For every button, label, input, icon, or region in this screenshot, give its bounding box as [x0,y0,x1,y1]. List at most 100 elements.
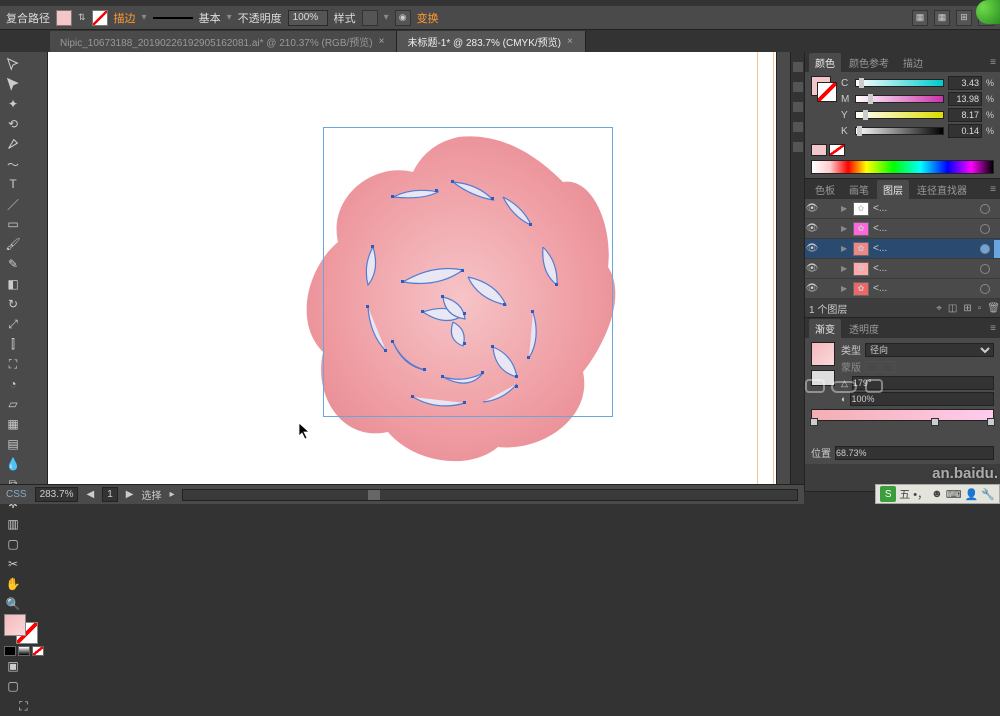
channel-value-input[interactable] [948,92,982,106]
free-transform-tool[interactable]: ⛶ [2,354,24,374]
mesh-tool[interactable]: ▦ [2,414,24,434]
panel-menu-icon[interactable]: ≡ [990,57,996,68]
channel-value-input[interactable] [948,76,982,90]
channel-value-input[interactable] [948,108,982,122]
close-icon[interactable]: × [379,36,385,47]
channel-slider[interactable] [855,127,944,135]
lasso-tool[interactable]: ⟲ [2,114,24,134]
stroke-preview[interactable] [817,82,837,102]
direct-selection-tool[interactable] [2,74,24,94]
ime-settings-icon[interactable]: 🔧 [981,488,995,501]
shape-builder-tool[interactable]: ◔ [2,374,24,394]
channel-slider[interactable] [855,111,944,119]
dock-icon[interactable] [793,122,803,132]
disclosure-icon[interactable]: ▶ [841,284,849,293]
artboard-number[interactable]: 1 [102,487,118,502]
align-icon-3[interactable]: ⊞ [956,10,972,26]
color-mode-solid[interactable] [4,646,16,656]
ime-logo-icon[interactable]: S [880,486,896,502]
opacity-input[interactable] [288,10,328,26]
channel-value-input[interactable] [948,124,982,138]
zoom-tool[interactable]: 🔍 [2,594,24,614]
align-icon-2[interactable]: ▦ [934,10,950,26]
paintbrush-tool[interactable]: 🖌 [2,234,24,254]
screen-mode-full[interactable]: ▢ [2,676,24,696]
panel-menu-icon[interactable]: ≡ [990,184,996,195]
zoom-input[interactable]: 283.7% [35,487,79,502]
curvature-tool[interactable]: ～ [2,154,24,174]
ime-mode-label[interactable]: 五 [899,486,910,502]
screen-mode-normal[interactable]: ▣ [2,656,24,676]
hand-tool[interactable]: ✋ [2,574,24,594]
target-icon[interactable] [980,224,990,234]
channel-slider[interactable] [855,79,944,87]
tab-pathfinder[interactable]: 连径直找器 [911,180,973,199]
align-icon-1[interactable]: ▦ [912,10,928,26]
new-layer-icon[interactable]: ▫ [978,303,982,314]
fill-color-icon[interactable] [4,614,26,636]
guide-line[interactable] [757,52,758,492]
tab-color-guide[interactable]: 颜色参考 [843,53,895,72]
layer-row[interactable]: 👁 ▶ ✿ <... [805,219,1000,239]
target-icon[interactable] [980,244,990,254]
gradient-stop[interactable] [810,418,818,426]
eraser-tool[interactable]: ◧ [2,274,24,294]
gradient-preview[interactable] [811,342,835,366]
target-icon[interactable] [980,204,990,214]
guide-line[interactable] [773,52,774,492]
tab-brushes[interactable]: 画笔 [843,180,875,199]
gradient-stop[interactable] [987,418,995,426]
stroke-swatch[interactable] [92,10,108,26]
dock-icon[interactable] [793,142,803,152]
gradient-type-select[interactable]: 径向 [865,343,994,357]
color-mode-none[interactable] [32,646,44,656]
user-avatar-icon[interactable] [976,0,1000,24]
visibility-icon[interactable]: 👁 [805,223,819,234]
magic-wand-tool[interactable]: ✦ [2,94,24,114]
color-spectrum[interactable] [811,160,994,174]
screen-mode-toggle[interactable]: ⛶ [2,696,45,716]
artboard-tool[interactable]: ▢ [2,534,24,554]
layer-row[interactable]: 👁 ▶ ✿ <... [805,279,1000,299]
panel-menu-icon[interactable]: ≡ [990,323,996,334]
eyedropper-tool[interactable]: 💧 [2,454,24,474]
visibility-icon[interactable]: 👁 [805,263,819,274]
tab-transparency[interactable]: 透明度 [843,319,885,338]
tab-gradient[interactable]: 渐变 [809,319,841,338]
gradient-tool[interactable]: ▤ [2,434,24,454]
gradient-stop[interactable] [931,418,939,426]
layer-name[interactable]: <... [873,283,976,294]
tab-swatches[interactable]: 色板 [809,180,841,199]
make-clipping-mask-icon[interactable]: ◫ [948,303,957,314]
gradient-location-input[interactable] [835,446,994,460]
new-sublayer-icon[interactable]: ⊞ [963,303,971,314]
dock-icon[interactable] [793,102,803,112]
dock-icon[interactable] [793,62,803,72]
visibility-icon[interactable]: 👁 [805,283,819,294]
document-tab-active[interactable]: 未标题-1* @ 283.7% (CMYK/预览) × [397,31,585,52]
layer-row[interactable]: 👁 ▶ ✿ <... [805,199,1000,219]
selection-tool[interactable] [2,54,24,74]
artboard-prev-icon[interactable]: ◀ [86,489,94,500]
target-icon[interactable] [980,264,990,274]
transform-link[interactable]: 变换 [417,10,439,26]
disclosure-icon[interactable]: ▶ [841,264,849,273]
layer-name[interactable]: <... [873,203,976,214]
pencil-tool[interactable]: ✎ [2,254,24,274]
layer-name[interactable]: <... [873,223,976,234]
fill-swatch[interactable] [56,10,72,26]
dock-icon[interactable] [793,82,803,92]
recolor-icon[interactable]: ◉ [395,10,411,26]
rotate-tool[interactable]: ↻ [2,294,24,314]
layer-row[interactable]: 👁 ▶ ✿ <... [805,259,1000,279]
horizontal-scrollbar[interactable] [182,489,798,501]
slice-tool[interactable]: ✂ [2,554,24,574]
artboard-next-icon[interactable]: ▶ [126,489,134,500]
channel-slider[interactable] [855,95,944,103]
style-swatch[interactable] [362,10,378,26]
pen-tool[interactable] [2,134,24,154]
visibility-icon[interactable]: 👁 [805,203,819,214]
locate-object-icon[interactable]: ⌖ [936,303,942,314]
document-tab[interactable]: Nipic_10673188_20190226192905162081.ai* … [50,31,397,52]
scale-tool[interactable]: ⤢ [2,314,24,334]
